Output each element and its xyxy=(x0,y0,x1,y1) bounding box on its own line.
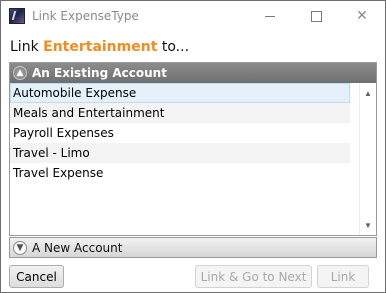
scroll-up-icon[interactable]: ▲ xyxy=(360,85,376,101)
list-item[interactable]: Travel - Limo xyxy=(10,143,350,163)
cancel-button[interactable]: Cancel xyxy=(9,265,64,288)
new-account-label: A New Account xyxy=(32,240,123,255)
account-list[interactable]: Automobile Expense Meals and Entertainme… xyxy=(10,83,350,235)
heading-entity: Entertainment xyxy=(43,39,158,55)
scroll-down-icon[interactable]: ▼ xyxy=(360,217,376,233)
minimize-icon xyxy=(265,15,275,17)
heading-suffix: to... xyxy=(157,39,190,55)
list-item[interactable]: Travel Expense xyxy=(10,163,350,183)
title-bar: Link ExpenseType ✕ xyxy=(1,1,385,31)
heading-prefix: Link xyxy=(10,39,44,55)
link-go-next-button[interactable]: Link & Go to Next xyxy=(195,265,312,288)
existing-account-panel: ▲ An Existing Account Automobile Expense… xyxy=(9,62,377,236)
app-icon xyxy=(9,8,25,24)
maximize-icon xyxy=(310,10,322,22)
existing-account-label: An Existing Account xyxy=(32,66,167,80)
close-button[interactable]: ✕ xyxy=(339,1,385,31)
list-item[interactable]: Payroll Expenses xyxy=(10,123,350,143)
minimize-button[interactable] xyxy=(247,1,293,31)
close-icon: ✕ xyxy=(356,8,368,24)
vertical-scrollbar[interactable]: ▲ ▼ xyxy=(359,83,376,235)
list-item[interactable]: Automobile Expense xyxy=(10,83,350,103)
maximize-button[interactable] xyxy=(293,1,339,31)
new-account-header[interactable]: ▼ A New Account xyxy=(9,237,377,258)
chevron-down-circle-icon[interactable]: ▼ xyxy=(13,240,27,255)
existing-account-header[interactable]: ▲ An Existing Account xyxy=(10,63,376,83)
window-title: Link ExpenseType xyxy=(32,9,139,23)
list-item[interactable]: Meals and Entertainment xyxy=(10,103,350,123)
link-heading: Link Entertainment to... xyxy=(10,39,189,55)
dialog-window: Link ExpenseType ✕ Link Entertainment to… xyxy=(0,0,386,293)
link-button[interactable]: Link xyxy=(317,265,369,288)
chevron-up-circle-icon[interactable]: ▲ xyxy=(13,66,27,80)
